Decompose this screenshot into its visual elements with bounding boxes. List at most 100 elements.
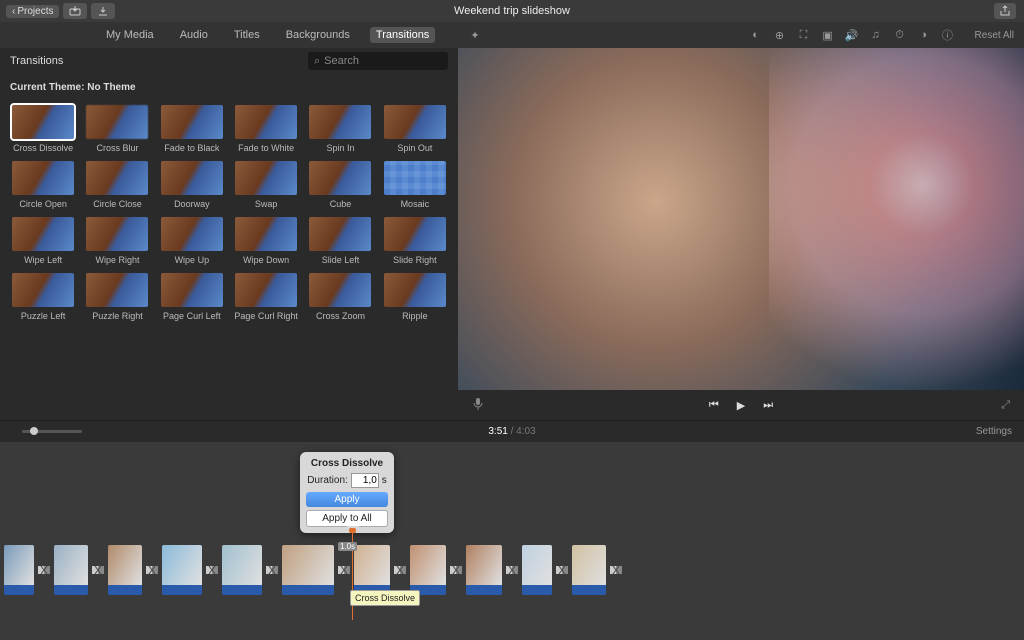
zoom-slider[interactable] <box>22 430 82 433</box>
duration-input[interactable] <box>351 473 379 488</box>
noise-reduction-icon[interactable]: ♫ <box>869 28 883 42</box>
transition-item[interactable]: Fade to Black <box>157 105 227 153</box>
color-correction-icon[interactable]: ⊕ <box>773 28 787 42</box>
transition-item[interactable]: Page Curl Left <box>157 273 227 321</box>
transition-item[interactable]: Puzzle Left <box>8 273 78 321</box>
tab-audio[interactable]: Audio <box>174 27 214 43</box>
timeline-clip[interactable] <box>4 545 34 595</box>
transition-item[interactable]: Wipe Right <box>82 217 152 265</box>
search-placeholder: Search <box>324 55 359 67</box>
timeline-transition-icon[interactable] <box>35 551 53 589</box>
apply-button[interactable]: Apply <box>306 492 388 507</box>
timeline-transition-icon[interactable] <box>143 551 161 589</box>
transition-thumbnail <box>309 217 371 251</box>
timeline-clip[interactable] <box>222 545 262 595</box>
transition-item[interactable]: Cross Zoom <box>305 273 375 321</box>
color-balance-icon[interactable]: ◐ <box>749 28 763 42</box>
timeline-transition-icon[interactable] <box>335 551 353 589</box>
transition-item[interactable]: Page Curl Right <box>231 273 301 321</box>
project-title: Weekend trip slideshow <box>454 5 570 17</box>
stabilization-icon[interactable]: ▣ <box>821 28 835 42</box>
voiceover-button[interactable] <box>472 397 484 414</box>
fullscreen-button[interactable]: ⤢ <box>1001 399 1010 412</box>
timeline-transition-icon[interactable] <box>89 551 107 589</box>
back-to-projects-button[interactable]: ‹ Projects <box>6 5 59 18</box>
enhance-icon[interactable]: ✦ <box>468 28 482 42</box>
transition-label: Ripple <box>402 311 428 321</box>
timeline-clip[interactable] <box>108 545 142 595</box>
transition-label: Doorway <box>174 199 210 209</box>
chevron-left-icon: ‹ <box>12 6 15 17</box>
transition-item[interactable]: Cube <box>305 161 375 209</box>
clip-audio-track <box>282 585 334 595</box>
transition-item[interactable]: Spin In <box>305 105 375 153</box>
transition-item[interactable]: Wipe Left <box>8 217 78 265</box>
clip-audio-track <box>54 585 88 595</box>
timeline-clip[interactable] <box>522 545 552 595</box>
duration-label: Duration: <box>307 475 348 486</box>
transition-thumbnail <box>309 161 371 195</box>
timeline-clip[interactable] <box>54 545 88 595</box>
timeline-transition-icon[interactable] <box>607 551 625 589</box>
transition-item[interactable]: Slide Right <box>380 217 450 265</box>
search-input[interactable]: ⌕ Search <box>308 52 448 70</box>
transition-item[interactable]: Circle Open <box>8 161 78 209</box>
prev-frame-button[interactable]: ⏮ <box>709 399 719 412</box>
transition-item[interactable]: Cross Dissolve <box>8 105 78 153</box>
timeline-clip[interactable] <box>410 545 446 595</box>
transition-label: Wipe Up <box>175 255 210 265</box>
apply-to-all-button[interactable]: Apply to All <box>306 510 388 527</box>
timeline-settings-button[interactable]: Settings <box>976 426 1012 437</box>
transition-thumbnail <box>235 105 297 139</box>
transition-item[interactable]: Puzzle Right <box>82 273 152 321</box>
clip-filter-icon[interactable]: ◑ <box>917 28 931 42</box>
transition-item[interactable]: Doorway <box>157 161 227 209</box>
volume-icon[interactable]: 🔊 <box>845 28 859 42</box>
reset-all-button[interactable]: Reset All <box>975 30 1014 41</box>
timeline-transition-icon[interactable] <box>553 551 571 589</box>
transition-item[interactable]: Spin Out <box>380 105 450 153</box>
transition-item[interactable]: Ripple <box>380 273 450 321</box>
timeline-clip[interactable] <box>466 545 502 595</box>
timeline-clip[interactable] <box>354 545 390 595</box>
timeline-transition-icon[interactable] <box>391 551 409 589</box>
titlebar: ‹ Projects Weekend trip slideshow <box>0 0 1024 22</box>
transition-item[interactable]: Mosaic <box>380 161 450 209</box>
transition-thumbnail <box>86 273 148 307</box>
timeline-track[interactable] <box>0 542 1024 598</box>
share-button[interactable] <box>994 3 1016 19</box>
transition-thumbnail <box>384 161 446 195</box>
tab-backgrounds[interactable]: Backgrounds <box>280 27 356 43</box>
transition-item[interactable]: Slide Left <box>305 217 375 265</box>
download-button[interactable] <box>91 3 115 19</box>
tab-transitions[interactable]: Transitions <box>370 27 435 43</box>
import-icon <box>69 6 81 16</box>
search-icon: ⌕ <box>314 55 320 68</box>
timeline-transition-icon[interactable] <box>263 551 281 589</box>
info-icon[interactable]: ⓘ <box>941 28 955 42</box>
transition-thumbnail <box>12 161 74 195</box>
transition-item[interactable]: Wipe Down <box>231 217 301 265</box>
timeline-transition-icon[interactable] <box>203 551 221 589</box>
preview-viewport[interactable] <box>458 48 1024 390</box>
transition-duration-badge: 1.0s <box>338 542 357 551</box>
transition-item[interactable]: Swap <box>231 161 301 209</box>
speed-icon[interactable]: ⏱ <box>893 28 907 42</box>
timeline-clip[interactable] <box>572 545 606 595</box>
crop-icon[interactable]: ⛶ <box>797 28 811 42</box>
next-frame-button[interactable]: ⏭ <box>763 399 773 412</box>
timeline[interactable]: Cross Dissolve Duration: s Apply Apply t… <box>0 442 1024 640</box>
tab-my-media[interactable]: My Media <box>100 27 160 43</box>
transition-item[interactable]: Fade to White <box>231 105 301 153</box>
timeline-transition-icon[interactable] <box>447 551 465 589</box>
timeline-transition-icon[interactable] <box>503 551 521 589</box>
timeline-clip[interactable] <box>282 545 334 595</box>
transition-item[interactable]: Wipe Up <box>157 217 227 265</box>
import-media-button[interactable] <box>63 3 87 19</box>
tab-titles[interactable]: Titles <box>228 27 266 43</box>
transition-item[interactable]: Cross Blur <box>82 105 152 153</box>
timeline-clip[interactable] <box>162 545 202 595</box>
transition-label: Fade to White <box>238 143 294 153</box>
play-button[interactable]: ▶ <box>737 399 745 412</box>
transition-item[interactable]: Circle Close <box>82 161 152 209</box>
